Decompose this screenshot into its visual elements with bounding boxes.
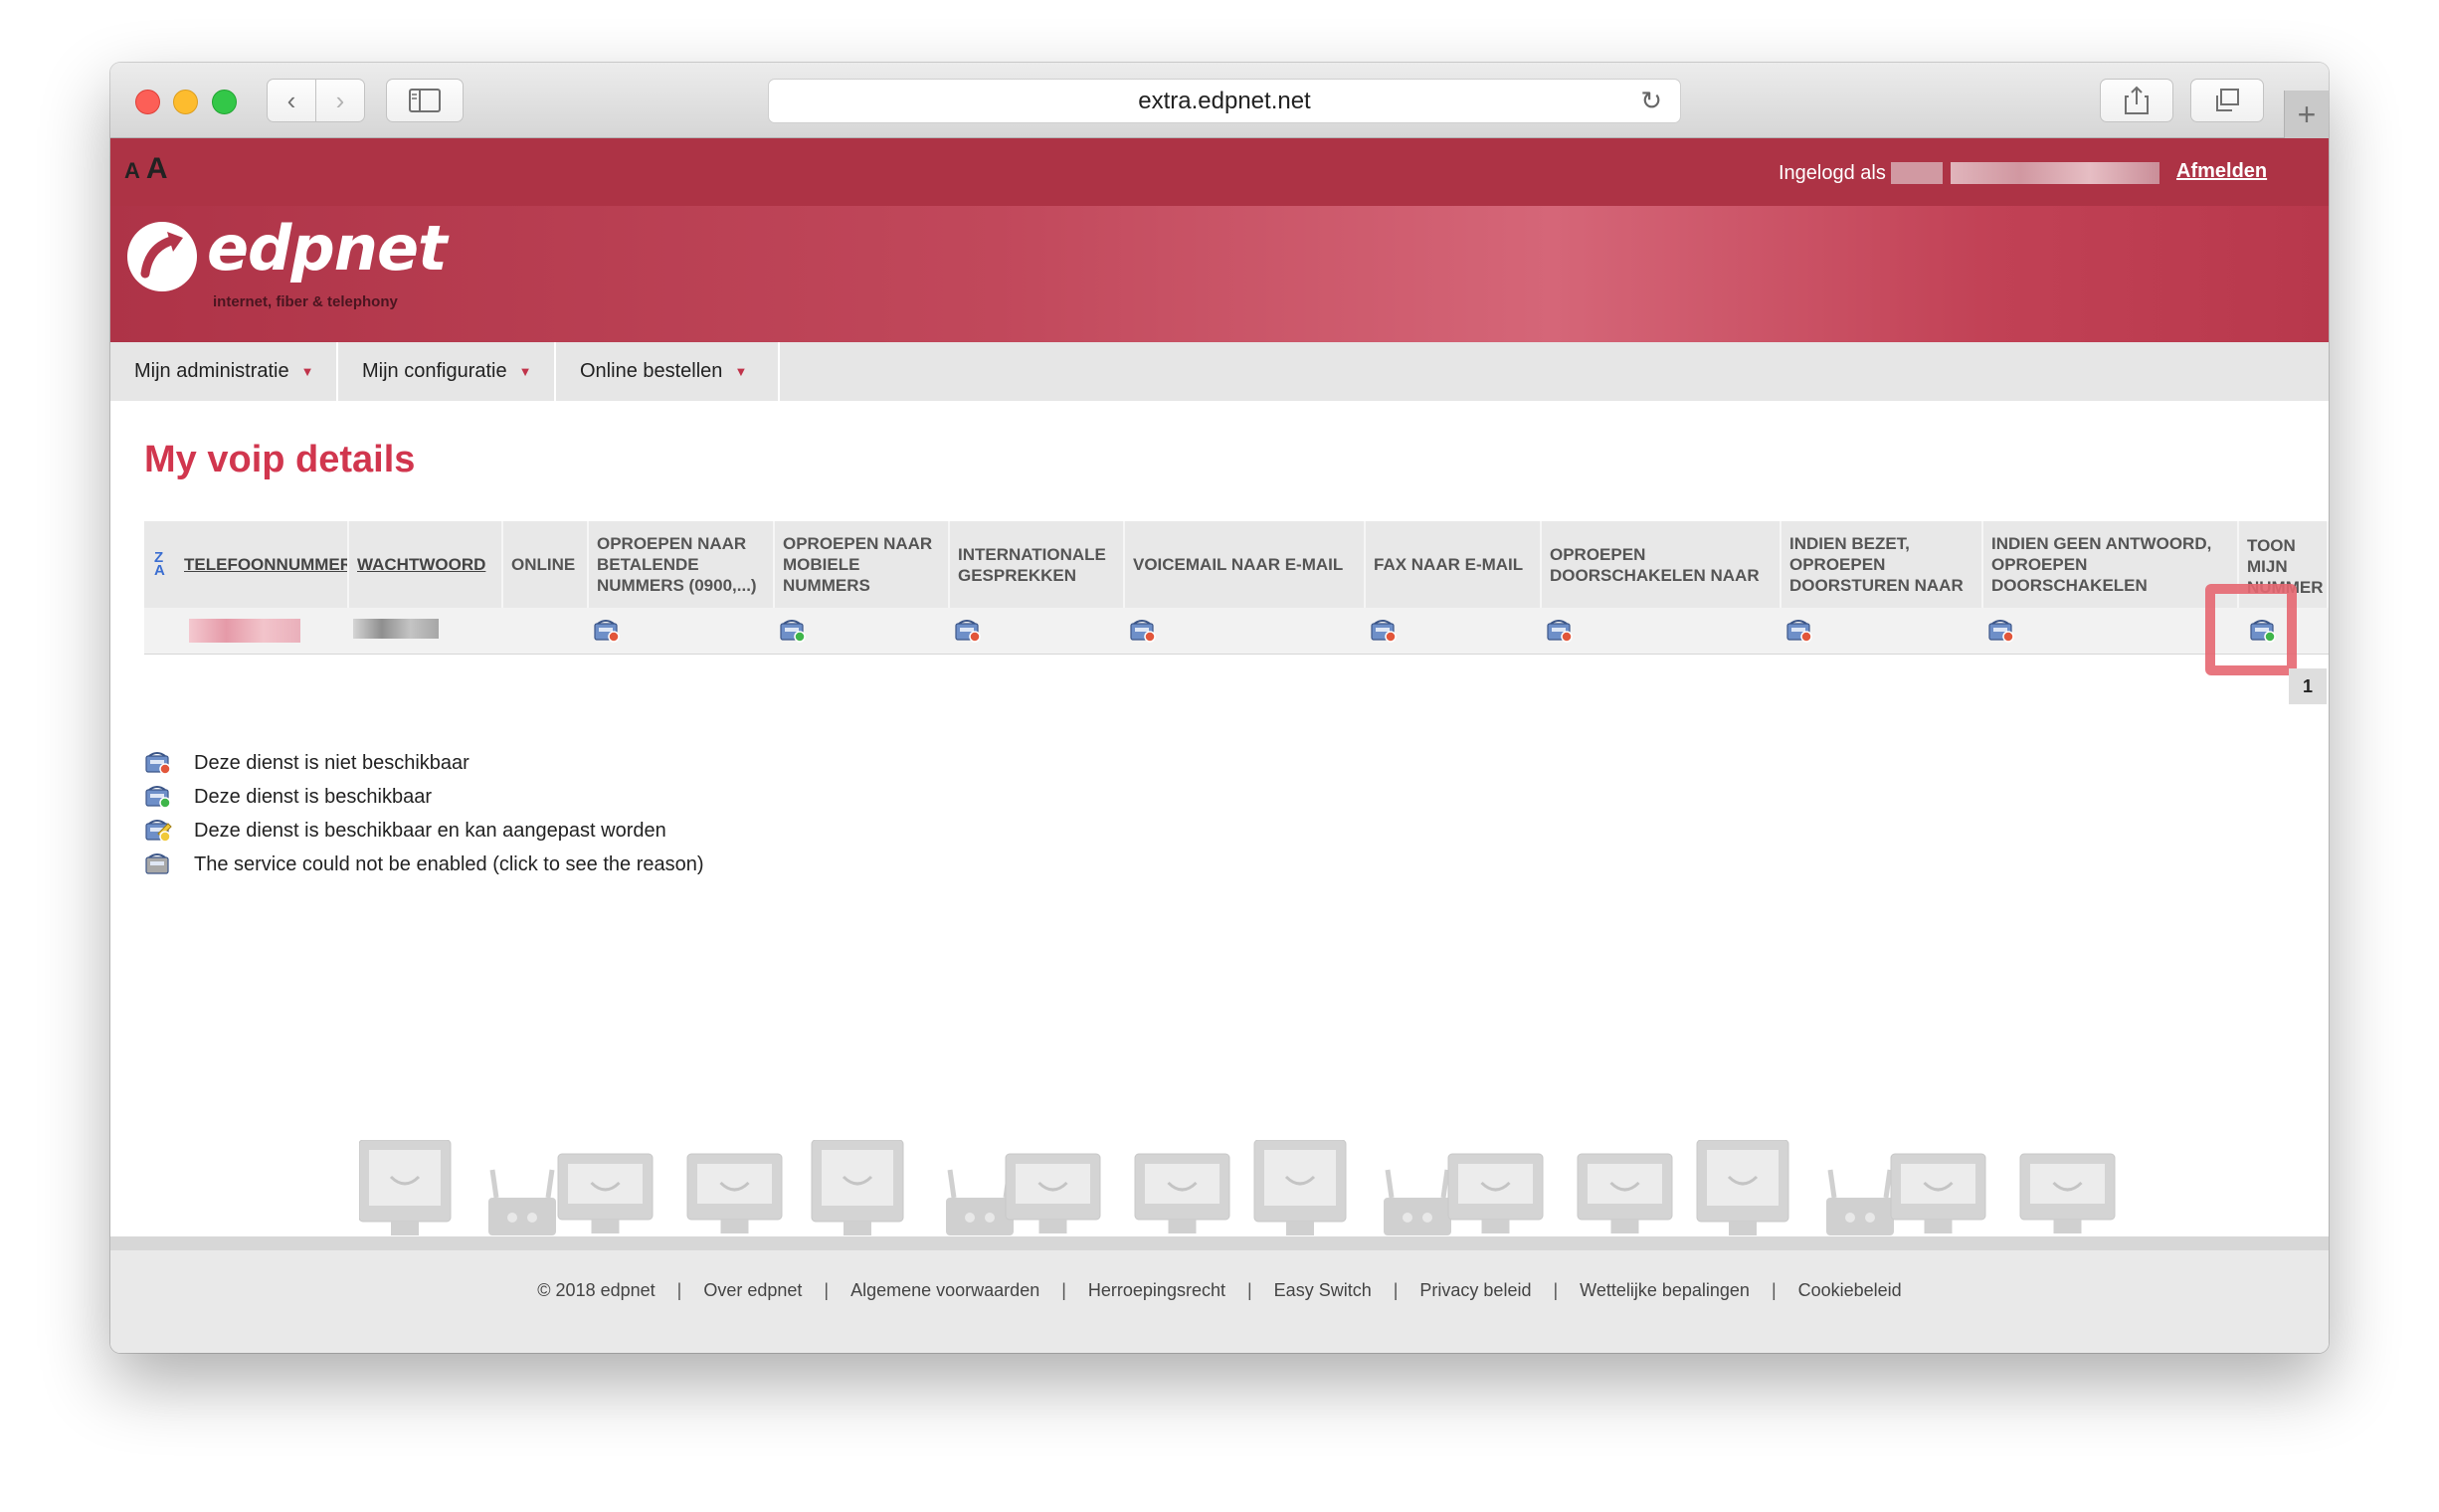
tab-overview-button[interactable] [2190, 79, 2264, 122]
table-row [144, 608, 2329, 655]
logo-tagline: internet, fiber & telephony [213, 293, 398, 310]
caret-down-icon: ▼ [300, 364, 314, 379]
redacted-account-name [1951, 162, 2159, 184]
service-status-icon[interactable] [1546, 618, 1574, 644]
zoom-window-button[interactable] [212, 90, 237, 114]
back-button[interactable]: ‹ [267, 79, 316, 122]
column-header-fax: FAX NAAR E-MAIL [1366, 521, 1542, 608]
sidebar-toggle-button[interactable] [386, 79, 464, 122]
reload-icon[interactable]: ↻ [1640, 86, 1662, 116]
footer-devices-illustration [359, 1140, 2116, 1235]
browser-toolbar: ‹ › extra.edpnet.net ↻ + [110, 63, 2329, 138]
footer-link-herroepingsrecht[interactable]: Herroepingsrecht [1088, 1280, 1225, 1301]
chevron-left-icon: ‹ [286, 85, 296, 115]
nav-item-label: Mijn configuratie [362, 360, 507, 382]
column-header-geen-antwoord: INDIEN GEEN ANTWOORD, OPROEPEN DOORSCHAK… [1983, 521, 2239, 608]
nav-mijn-configuratie[interactable]: Mijn configuratie ▼ [338, 342, 556, 401]
service-status-icon[interactable] [954, 618, 982, 644]
address-bar[interactable]: extra.edpnet.net ↻ [768, 79, 1681, 123]
footer-link-algemene-voorwaarden[interactable]: Algemene voorwaarden [850, 1280, 1039, 1301]
edpnet-logo-icon[interactable] [127, 222, 197, 291]
font-size-controls: AA [124, 152, 168, 186]
service-status-icon[interactable] [1129, 618, 1157, 644]
service-status-icon[interactable] [1370, 618, 1398, 644]
browser-window: ‹ › extra.edpnet.net ↻ + AA Ingelogd als… [110, 63, 2329, 1353]
phone-unavailable-icon [144, 750, 182, 776]
column-header-telefoonnummer[interactable]: ZA TELEFOONNUMMER [144, 521, 349, 608]
caret-down-icon: ▼ [518, 364, 532, 379]
edpnet-logo-text[interactable]: edpnet [207, 212, 448, 284]
url-text: extra.edpnet.net [1138, 87, 1311, 114]
legend-item: The service could not be enabled (click … [144, 848, 704, 881]
logout-link[interactable]: Afmelden [2176, 160, 2267, 183]
service-status-icon[interactable] [1987, 618, 2015, 644]
column-header-indien-bezet: INDIEN BEZET, OPROEPEN DOORSTUREN NAAR [1782, 521, 1983, 608]
footer-link-over-edpnet[interactable]: Over edpnet [703, 1280, 802, 1301]
nav-mijn-administratie[interactable]: Mijn administratie ▼ [110, 342, 338, 401]
page-title: My voip details [144, 439, 416, 480]
close-window-button[interactable] [135, 90, 160, 114]
redacted-username [1891, 162, 1943, 184]
column-header-voicemail: VOICEMAIL NAAR E-MAIL [1125, 521, 1366, 608]
footer-link-privacy-beleid[interactable]: Privacy beleid [1419, 1280, 1531, 1301]
service-status-icon[interactable] [1785, 618, 1813, 644]
redacted-phone-number [189, 619, 300, 643]
site-footer: © 2018 edpnet | Over edpnet | Algemene v… [110, 1250, 2329, 1353]
font-smaller-button[interactable]: A [124, 158, 140, 183]
site-banner: edpnet internet, fiber & telephony [110, 206, 2329, 342]
legend-item: Deze dienst is beschikbaar [144, 780, 704, 814]
column-header-mobiele-nummers: OPROEPEN NAAR MOBIELE NUMMERS [775, 521, 950, 608]
caret-down-icon: ▼ [734, 364, 748, 379]
minimize-window-button[interactable] [173, 90, 198, 114]
page-number-1[interactable]: 1 [2289, 668, 2327, 704]
status-legend: Deze dienst is niet beschikbaar Deze die… [144, 746, 704, 881]
highlight-box [2205, 584, 2297, 675]
nav-online-bestellen[interactable]: Online bestellen ▼ [556, 342, 780, 401]
voip-table-header: ZA TELEFOONNUMMER WACHTWOORD ONLINE OPRO… [144, 521, 2329, 608]
footer-link-cookiebeleid[interactable]: Cookiebeleid [1798, 1280, 1902, 1301]
column-header-doorschakelen: OPROEPEN DOORSCHAKELEN NAAR [1542, 521, 1782, 608]
share-icon [2125, 86, 2149, 114]
site-top-strip: AA Ingelogd als Afmelden [110, 138, 2329, 206]
column-header-betalende-nummers: OPROEPEN NAAR BETALENDE NUMMERS (0900,..… [589, 521, 775, 608]
logged-in-label: Ingelogd als [1779, 162, 1886, 184]
tabs-icon [2216, 89, 2239, 111]
redacted-password [353, 619, 439, 639]
legend-item: Deze dienst is beschikbaar en kan aangep… [144, 814, 704, 848]
service-status-icon[interactable] [779, 618, 807, 644]
column-header-wachtwoord[interactable]: WACHTWOORD [349, 521, 503, 608]
footer-divider [110, 1236, 2329, 1250]
main-navigation: Mijn administratie ▼ Mijn configuratie ▼ O… [110, 342, 2329, 401]
footer-copyright: © 2018 edpnet [537, 1280, 656, 1300]
sidebar-icon [409, 89, 441, 112]
forward-button[interactable]: › [315, 79, 365, 122]
share-button[interactable] [2100, 79, 2173, 122]
legend-item: Deze dienst is niet beschikbaar [144, 746, 704, 780]
nav-item-label: Mijn administratie [134, 360, 289, 382]
footer-link-wettelijke-bepalingen[interactable]: Wettelijke bepalingen [1580, 1280, 1750, 1301]
phone-editable-icon [144, 818, 182, 844]
font-larger-button[interactable]: A [146, 152, 168, 185]
footer-link-easy-switch[interactable]: Easy Switch [1274, 1280, 1372, 1301]
sort-az-icon: ZA [154, 549, 165, 579]
plus-icon: + [2297, 95, 2317, 132]
phone-available-icon [144, 784, 182, 810]
chevron-right-icon: › [335, 85, 345, 115]
nav-item-label: Online bestellen [580, 360, 723, 382]
new-tab-button[interactable]: + [2284, 91, 2329, 138]
phone-error-icon [144, 851, 182, 877]
column-header-internationale-gesprekken: INTERNATIONALE GESPREKKEN [950, 521, 1125, 608]
column-header-online: ONLINE [503, 521, 589, 608]
service-status-icon[interactable] [593, 618, 621, 644]
